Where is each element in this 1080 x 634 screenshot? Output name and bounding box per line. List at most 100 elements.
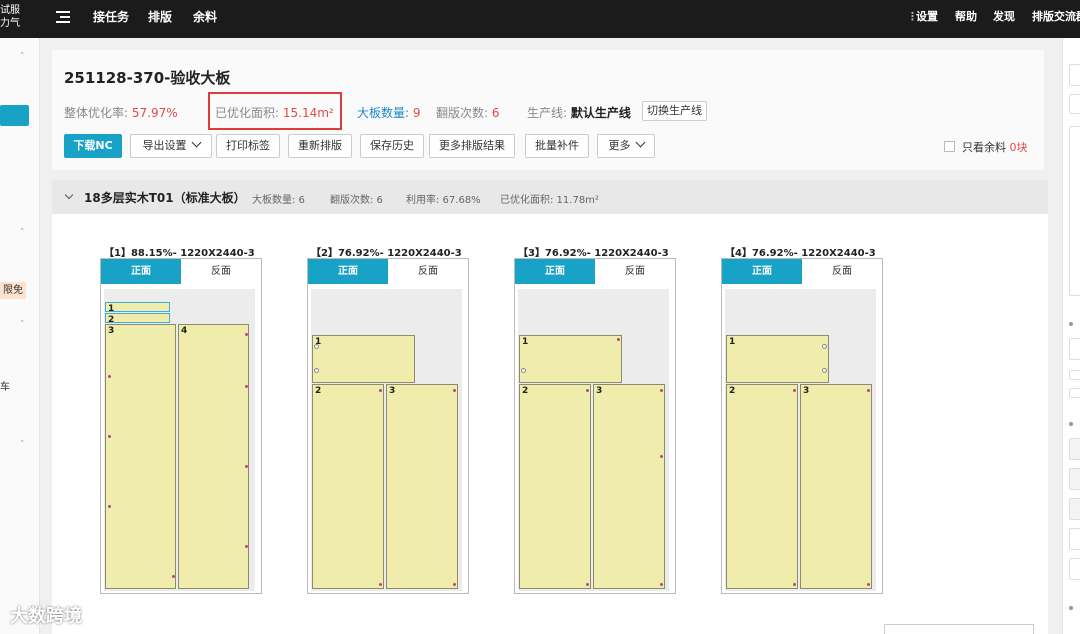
chevron-down-icon[interactable] [64,190,74,200]
nav-community[interactable]: 排版交流群 [1032,0,1080,38]
overall-rate-label: 整体优化率: [64,106,129,120]
part-number: 2 [522,386,529,396]
switch-line-button[interactable]: 切换生产线 [642,101,707,121]
board-count-stat: 大板数量: 9 [357,104,421,121]
tab-front-side[interactable]: 正面 [515,259,595,284]
right-select[interactable] [1069,338,1080,360]
nav-discover[interactable]: 发现 [993,0,1015,38]
hole-dot [586,389,589,392]
part-piece[interactable]: 1 [519,335,622,383]
download-nc-button[interactable]: 下载NC [64,134,122,158]
hole-circle [521,368,526,373]
board-frame: 正面 反面 1 2 3 [721,258,883,594]
print-labels-button[interactable]: 打印标签 [216,134,280,158]
export-settings-button[interactable]: 导出设置 [130,134,212,158]
right-option[interactable] [1069,498,1080,520]
part-piece[interactable]: 2 [312,384,384,589]
hole-dot [867,389,870,392]
tab-front-side[interactable]: 正面 [101,259,181,284]
group-board-count: 大板数量: 6 [252,195,305,206]
nav-settings[interactable]: 设置 [916,0,938,38]
right-checkbox[interactable] [1069,388,1080,398]
hole-dot [108,505,111,508]
part-piece[interactable]: 1 [105,302,170,314]
board-count-label: 大板数量: [357,106,410,120]
right-input[interactable] [1069,64,1080,86]
flip-count-stat: 翻版次数: 6 [436,104,500,121]
chevron-up-icon[interactable]: ˄ [20,320,25,330]
right-option[interactable] [1069,438,1080,460]
save-history-button[interactable]: 保存历史 [360,134,424,158]
group-flip-count: 翻版次数: 6 [330,195,383,206]
only-remnant-text: 只看余料 [962,141,1006,154]
production-line-value: 默认生产线 [570,106,631,120]
sidebar-clipped-text: 车 [0,382,10,393]
board-sheet: 1 2 3 [725,289,876,591]
part-piece[interactable]: 3 [800,384,872,589]
overall-rate-stat: 整体优化率: 57.97% [64,104,178,121]
right-option[interactable] [1069,528,1080,550]
nav-layout[interactable]: 排版 [148,0,172,38]
tab-front-side[interactable]: 正面 [308,259,388,284]
nav-remnant[interactable]: 余料 [193,0,217,38]
hole-dot [172,575,175,578]
brand-line-2: 力气 [0,18,20,29]
menu-toggle-icon[interactable] [52,9,70,25]
part-number: 3 [108,326,115,336]
tab-back-side[interactable]: 反面 [595,259,675,284]
right-input[interactable] [1069,94,1080,114]
chevron-up-icon[interactable]: ˄ [20,440,25,450]
material-group-header[interactable]: 18多层实木T01（标准大板） 大板数量: 6 翻版次数: 6 利用率: 67.… [52,180,1048,214]
hole-dot [867,583,870,586]
chevron-up-icon[interactable]: ˄ [20,228,25,238]
re-layout-button[interactable]: 重新排版 [288,134,352,158]
board-card-4: 【4】76.92%- 1220X2440-3 正面 反面 1 2 3 [721,244,901,634]
tab-back-side[interactable]: 反面 [388,259,468,284]
main-content: 251128-370-验收大板 整体优化率: 57.97% 已优化面积: 15.… [40,38,1062,634]
part-piece[interactable]: 1 [726,335,829,383]
chevron-up-icon[interactable]: ˄ [20,52,25,62]
job-title: 251128-370-验收大板 [64,69,231,87]
part-piece[interactable]: 2 [726,384,798,589]
right-option[interactable] [1069,558,1080,580]
nav-receive-task[interactable]: 接任务 [93,0,129,38]
hole-dot [453,389,456,392]
only-remnant-checkbox[interactable] [944,141,955,152]
free-badge: 限免 [0,282,26,299]
board-title: 【2】76.92%- 1220X2440-3 [311,248,462,259]
right-option[interactable] [1069,468,1080,490]
part-piece[interactable]: 2 [105,313,170,325]
nav-help[interactable]: 帮助 [955,0,977,38]
hole-circle [822,368,827,373]
board-card-2: 【2】76.92%- 1220X2440-3 正面 反面 1 2 3 [307,244,487,634]
batch-patch-button[interactable]: 批量补件 [525,134,589,158]
part-piece[interactable]: 3 [593,384,665,589]
hole-dot [617,338,620,341]
sidebar-active-item[interactable] [0,105,29,126]
more-button[interactable]: 更多 [597,134,655,158]
bullet-icon [1069,422,1073,426]
board-title: 【4】76.92%- 1220X2440-3 [725,248,876,259]
chevron-down-icon [191,137,201,148]
part-number: 3 [803,386,810,396]
more-results-button[interactable]: 更多排版结果 [429,134,515,158]
part-number: 4 [181,326,188,336]
part-piece[interactable]: 3 [386,384,458,589]
tab-front-side[interactable]: 正面 [722,259,802,284]
more-label: 更多 [608,139,631,152]
hole-dot [245,465,248,468]
right-panel [1062,38,1080,634]
part-piece[interactable]: 2 [519,384,591,589]
tab-back-side[interactable]: 反面 [802,259,882,284]
board-sheet: 1 2 3 [518,289,669,591]
bullet-icon [1069,322,1073,326]
tab-back-side[interactable]: 反面 [181,259,261,284]
part-piece[interactable]: 1 [312,335,415,383]
part-piece[interactable]: 4 [178,324,249,589]
part-piece[interactable]: 3 [105,324,176,589]
optimized-area-value: 15.14m² [282,106,334,120]
right-checkbox[interactable] [1069,370,1080,380]
board-title: 【3】76.92%- 1220X2440-3 [518,248,669,259]
right-textarea[interactable] [1069,126,1080,296]
group-utilization: 利用率: 67.68% [406,195,481,206]
